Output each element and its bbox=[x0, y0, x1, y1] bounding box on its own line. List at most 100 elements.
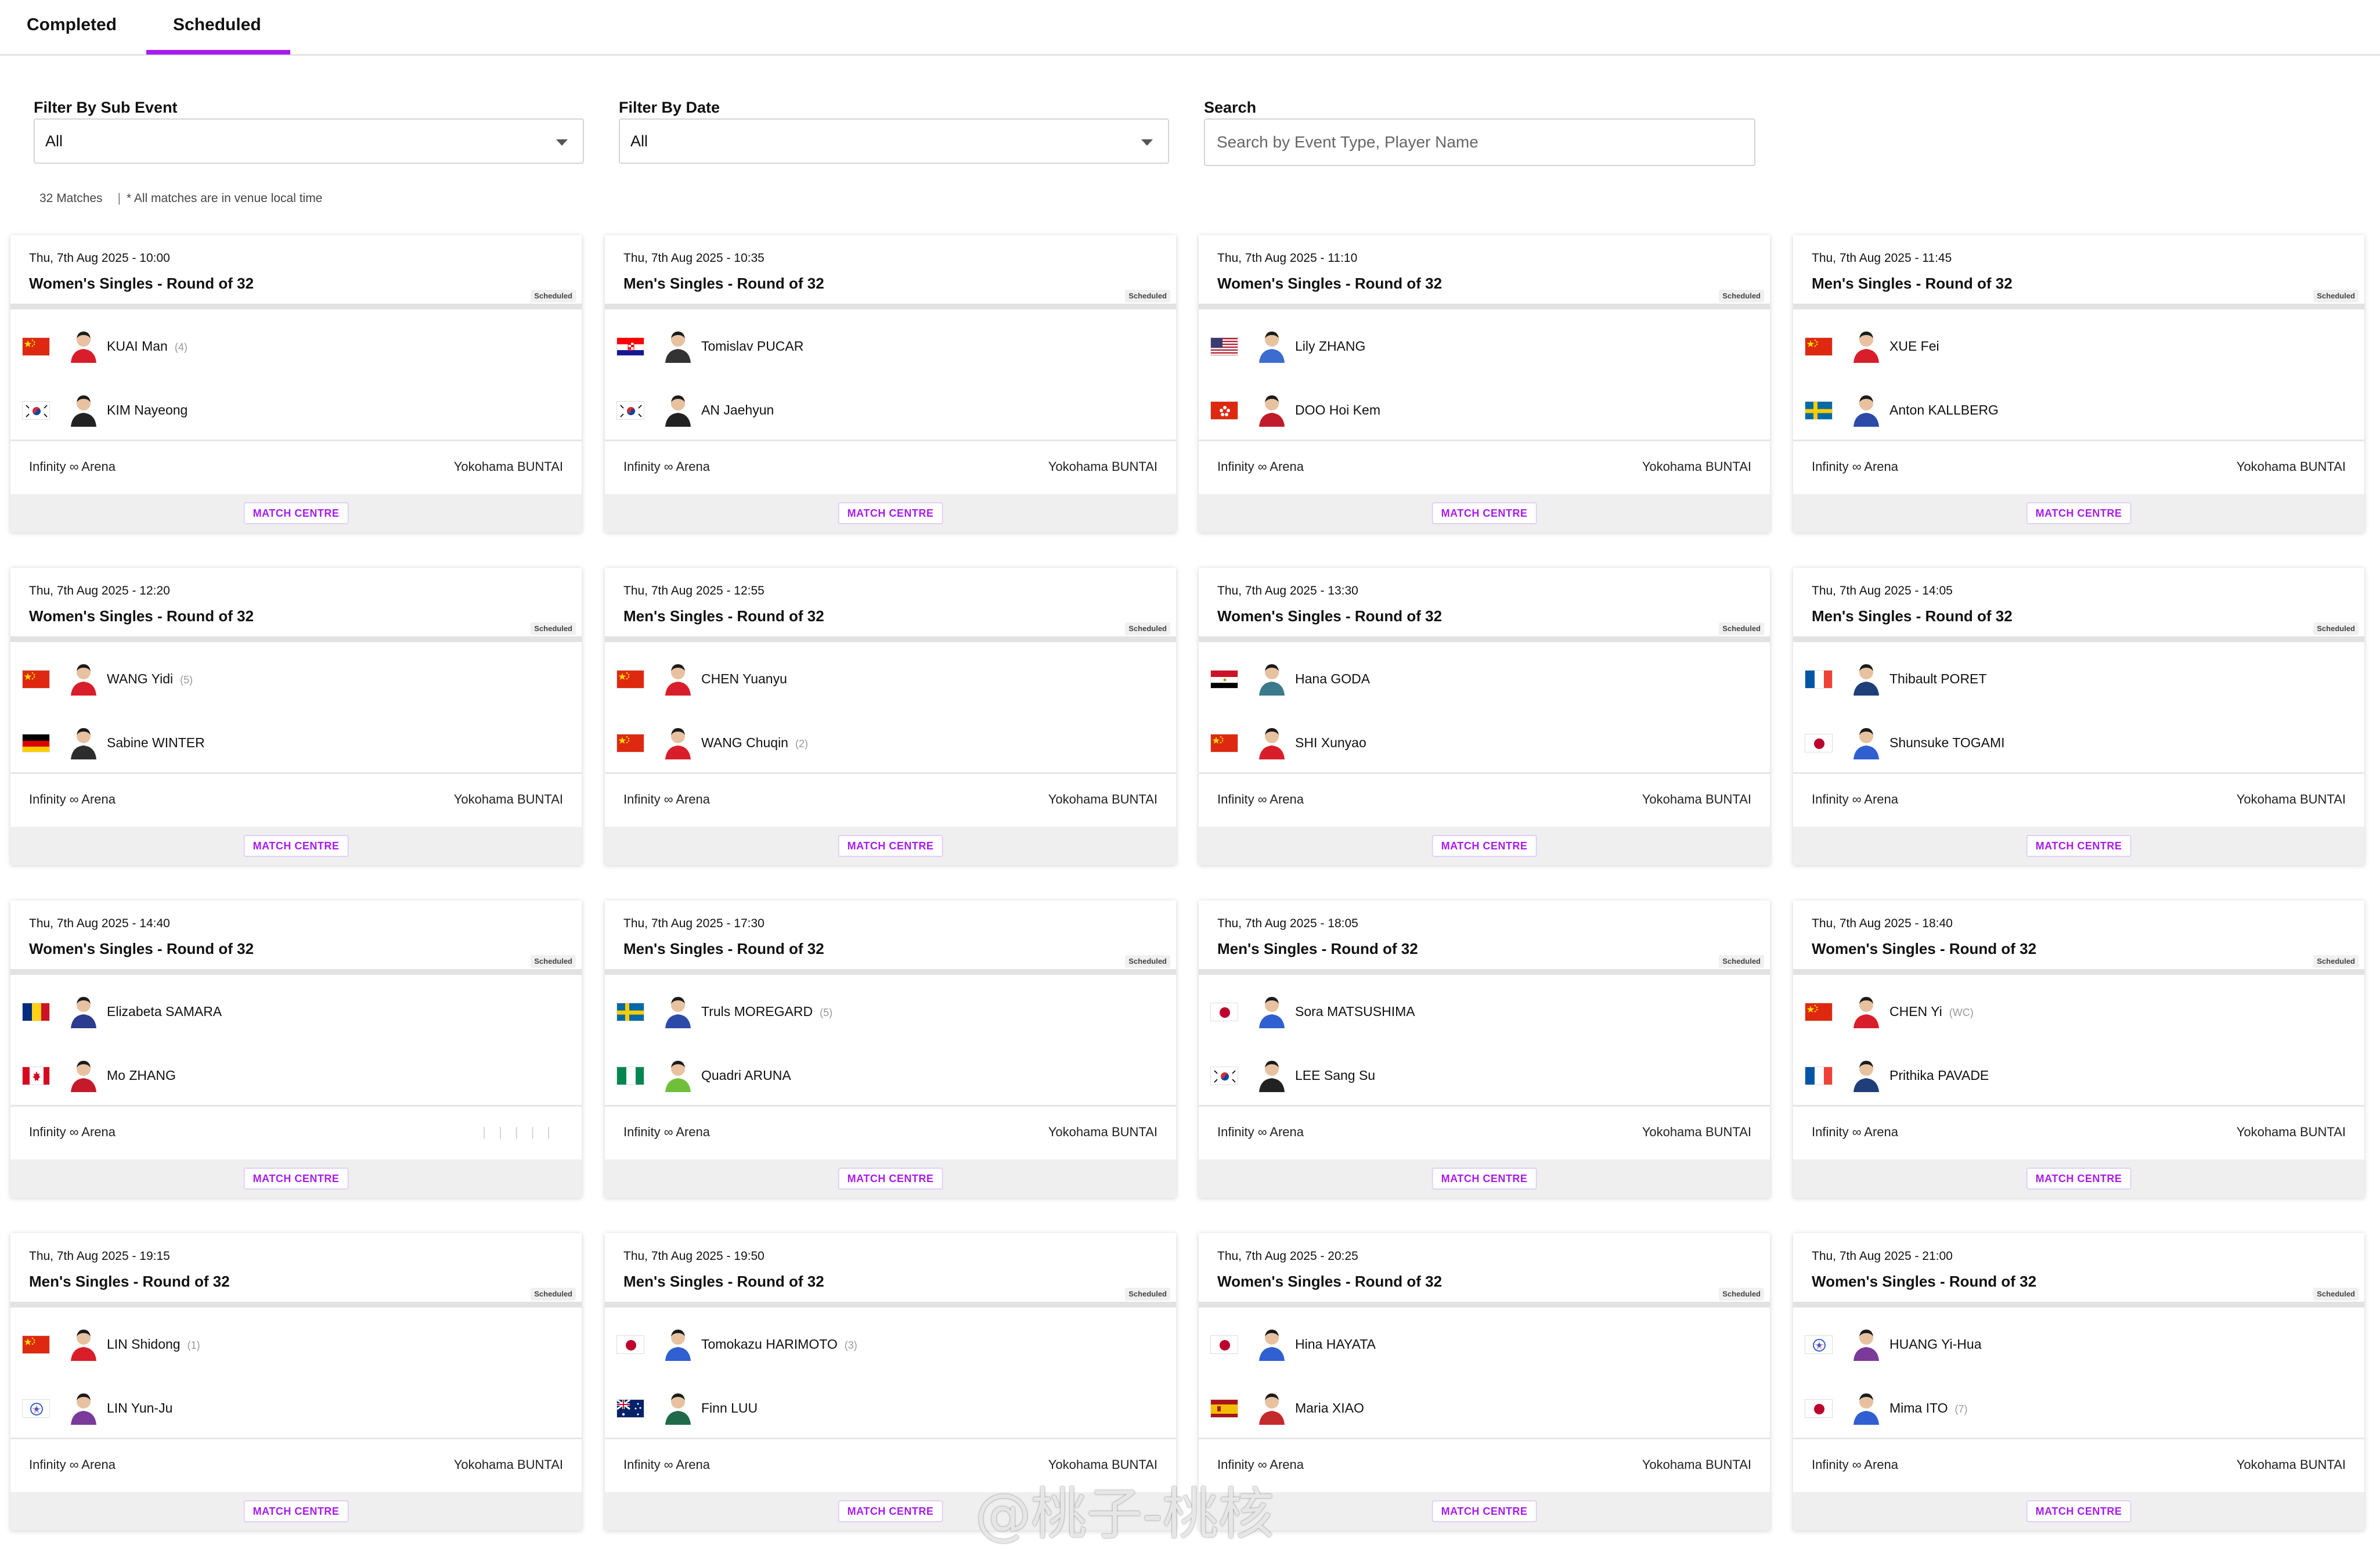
match-centre-button[interactable]: MATCH CENTRE bbox=[838, 1168, 943, 1190]
match-event: Women's Singles - Round of 32 bbox=[1217, 275, 1443, 292]
player-avatar bbox=[1256, 725, 1288, 759]
active-tab-indicator bbox=[146, 50, 290, 55]
match-datetime: Thu, 7th Aug 2025 - 18:05 bbox=[1217, 917, 1358, 930]
tab-completed[interactable]: Completed bbox=[27, 15, 117, 35]
match-centre-button[interactable]: MATCH CENTRE bbox=[243, 835, 349, 857]
player-row: DOO Hoi Kem bbox=[1210, 392, 1733, 427]
player-name[interactable]: Prithika PAVADE bbox=[1889, 1068, 1989, 1083]
player-name[interactable]: Sabine WINTER bbox=[107, 735, 205, 751]
country-flag-icon bbox=[616, 670, 644, 689]
player-name[interactable]: Truls MOREGARD (5) bbox=[701, 1004, 832, 1020]
divider bbox=[1199, 440, 1770, 441]
player-name[interactable]: WANG Chuqin (2) bbox=[701, 735, 808, 751]
player-name[interactable]: Hina HAYATA bbox=[1295, 1337, 1376, 1352]
venue-name: Infinity ∞ Arena bbox=[29, 459, 116, 474]
match-centre-button[interactable]: MATCH CENTRE bbox=[1431, 835, 1537, 857]
country-flag-icon bbox=[1210, 670, 1238, 689]
player-name-text: Shunsuke TOGAMI bbox=[1889, 735, 2005, 750]
player-name[interactable]: Elizabeta SAMARA bbox=[107, 1004, 222, 1020]
divider bbox=[10, 440, 582, 441]
match-datetime: Thu, 7th Aug 2025 - 14:40 bbox=[29, 917, 170, 930]
match-event: Men's Singles - Round of 32 bbox=[1812, 275, 2013, 292]
player-avatar bbox=[662, 725, 694, 759]
match-card: Thu, 7th Aug 2025 - 17:30 Men's Singles … bbox=[605, 901, 1176, 1198]
player-name[interactable]: LEE Sang Su bbox=[1295, 1068, 1375, 1083]
player-name[interactable]: CHEN Yuanyu bbox=[701, 671, 787, 687]
player-row: Finn LUU bbox=[616, 1390, 1139, 1425]
player-name[interactable]: LIN Shidong (1) bbox=[107, 1337, 200, 1352]
player-name[interactable]: HUANG Yi-Hua bbox=[1889, 1337, 1981, 1352]
player-seed: (WC) bbox=[1949, 1007, 1974, 1018]
player-avatar bbox=[1256, 1057, 1288, 1092]
divider bbox=[1199, 1105, 1770, 1107]
match-event: Women's Singles - Round of 32 bbox=[29, 940, 254, 957]
player-name[interactable]: Maria XIAO bbox=[1295, 1400, 1364, 1416]
match-centre-button[interactable]: MATCH CENTRE bbox=[1431, 1168, 1537, 1190]
player-name[interactable]: Finn LUU bbox=[701, 1400, 758, 1416]
player-name[interactable]: KUAI Man (4) bbox=[107, 338, 187, 354]
match-centre-button[interactable]: MATCH CENTRE bbox=[838, 835, 943, 857]
court-name: Yokohama BUNTAI bbox=[1048, 792, 1157, 806]
player-name[interactable]: WANG Yidi (5) bbox=[107, 671, 193, 687]
tab-scheduled[interactable]: Scheduled bbox=[173, 15, 261, 35]
player-name[interactable]: XUE Fei bbox=[1889, 338, 1939, 354]
match-centre-bar: MATCH CENTRE bbox=[605, 1159, 1176, 1198]
player-row: Quadri ARUNA bbox=[616, 1057, 1139, 1092]
country-flag-icon bbox=[1805, 401, 1833, 420]
match-event: Women's Singles - Round of 32 bbox=[1217, 607, 1443, 625]
match-centre-bar: MATCH CENTRE bbox=[1793, 1159, 2364, 1198]
match-centre-button[interactable]: MATCH CENTRE bbox=[2026, 502, 2132, 524]
sub-event-select[interactable]: All bbox=[34, 118, 584, 164]
match-centre-button[interactable]: MATCH CENTRE bbox=[2026, 1500, 2132, 1522]
match-centre-button[interactable]: MATCH CENTRE bbox=[243, 1168, 349, 1190]
player-row: LIN Yun-Ju bbox=[22, 1390, 544, 1425]
status-badge: Scheduled bbox=[2313, 955, 2359, 968]
country-flag-icon bbox=[616, 1067, 644, 1085]
player-name-text: Anton KALLBERG bbox=[1889, 402, 1999, 417]
player-name[interactable]: KIM Nayeong bbox=[107, 402, 187, 418]
player-name[interactable]: Tomislav PUCAR bbox=[701, 338, 803, 354]
search-input[interactable] bbox=[1204, 118, 1755, 166]
player-avatar bbox=[1256, 993, 1288, 1028]
status-badge: Scheduled bbox=[1125, 1288, 1170, 1301]
match-centre-button[interactable]: MATCH CENTRE bbox=[243, 1500, 349, 1522]
status-badge: Scheduled bbox=[2313, 290, 2359, 302]
match-centre-button[interactable]: MATCH CENTRE bbox=[2026, 1168, 2132, 1190]
player-name[interactable]: Mima ITO (7) bbox=[1889, 1400, 1968, 1416]
match-centre-button[interactable]: MATCH CENTRE bbox=[243, 502, 349, 524]
player-name[interactable]: Quadri ARUNA bbox=[701, 1068, 791, 1083]
court-name: Yokohama BUNTAI bbox=[2236, 792, 2346, 806]
court-placeholder: ||||| bbox=[482, 1125, 563, 1139]
match-centre-button[interactable]: MATCH CENTRE bbox=[1431, 502, 1537, 524]
court-name: Yokohama BUNTAI bbox=[1642, 1125, 1751, 1139]
country-flag-icon bbox=[22, 1399, 50, 1418]
match-centre-button[interactable]: MATCH CENTRE bbox=[838, 502, 943, 524]
country-flag-icon bbox=[1210, 734, 1238, 752]
player-name[interactable]: CHEN Yi (WC) bbox=[1889, 1004, 1974, 1020]
player-name[interactable]: DOO Hoi Kem bbox=[1295, 402, 1380, 418]
player-seed: (5) bbox=[180, 674, 193, 686]
court-name: Yokohama BUNTAI bbox=[1048, 459, 1157, 474]
player-name[interactable]: Thibault PORET bbox=[1889, 671, 1986, 687]
player-name[interactable]: AN Jaehyun bbox=[701, 402, 774, 418]
match-centre-button[interactable]: MATCH CENTRE bbox=[1431, 1500, 1537, 1522]
player-name[interactable]: Lily ZHANG bbox=[1295, 338, 1365, 354]
match-centre-button[interactable]: MATCH CENTRE bbox=[838, 1500, 943, 1522]
sub-event-select-value: All bbox=[45, 132, 63, 150]
player-name[interactable]: Shunsuke TOGAMI bbox=[1889, 735, 2005, 751]
player-name[interactable]: Hana GODA bbox=[1295, 671, 1370, 687]
player-name[interactable]: Anton KALLBERG bbox=[1889, 402, 1999, 418]
player-name-text: Quadri ARUNA bbox=[701, 1068, 791, 1083]
player-name[interactable]: Tomokazu HARIMOTO (3) bbox=[701, 1337, 857, 1352]
player-name[interactable]: Mo ZHANG bbox=[107, 1068, 176, 1083]
match-centre-button[interactable]: MATCH CENTRE bbox=[2026, 835, 2132, 857]
player-name[interactable]: Sora MATSUSHIMA bbox=[1295, 1004, 1415, 1020]
divider bbox=[10, 969, 582, 975]
date-select[interactable]: All bbox=[619, 118, 1169, 164]
divider bbox=[605, 304, 1176, 309]
match-event: Men's Singles - Round of 32 bbox=[1812, 607, 2013, 625]
player-name[interactable]: LIN Yun-Ju bbox=[107, 1400, 172, 1416]
timezone-note: * All matches are in venue local time bbox=[127, 192, 323, 205]
player-name[interactable]: SHI Xunyao bbox=[1295, 735, 1366, 751]
player-row: HUANG Yi-Hua bbox=[1805, 1326, 2327, 1361]
